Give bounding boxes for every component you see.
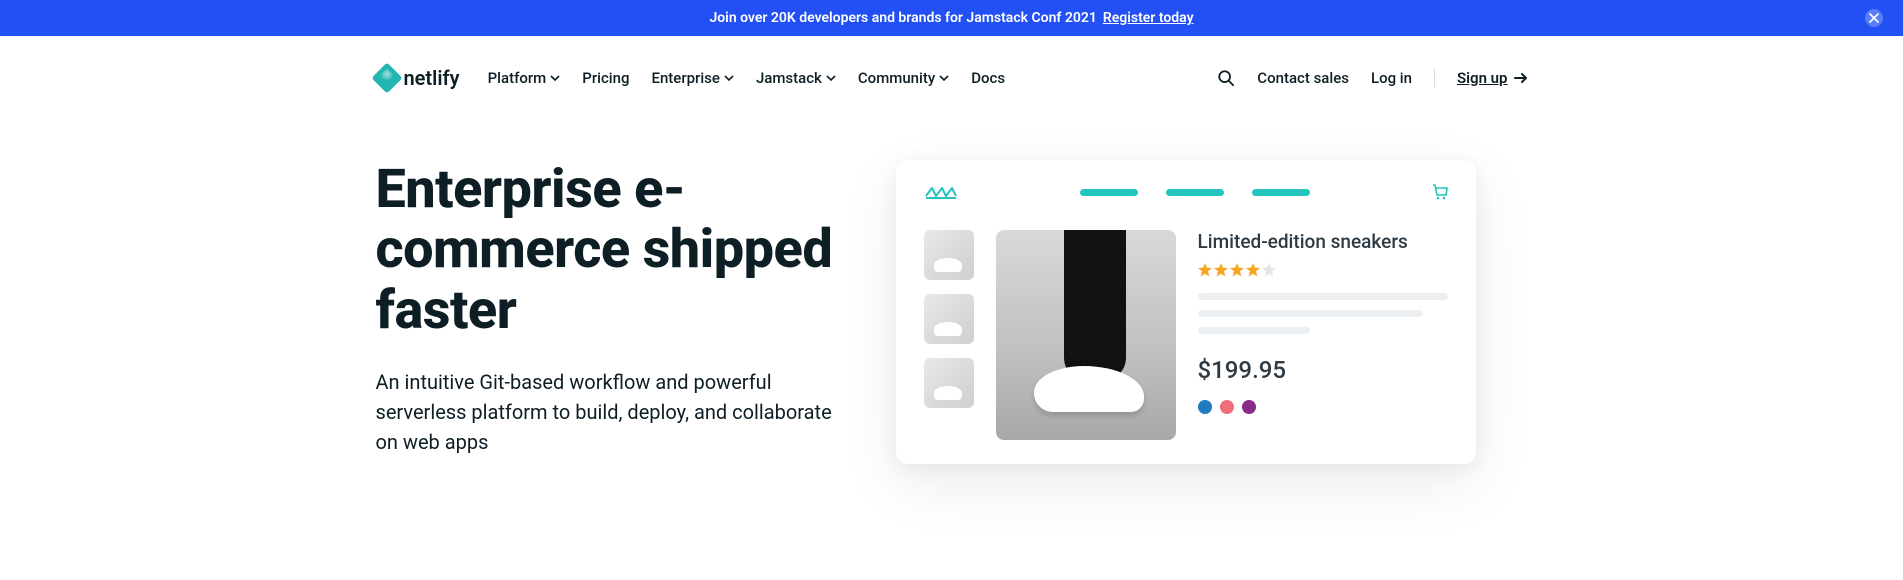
skeleton-line [1198,327,1311,334]
announcement-banner: Join over 20K developers and brands for … [0,0,1903,36]
main-nav: Platform Pricing Enterprise Jamstack Com… [488,69,1005,87]
thumbnail [924,294,974,344]
mockup-nav-item [1166,189,1224,196]
rating-stars [1198,263,1448,277]
product-image [996,230,1176,440]
product-details: Limited-edition sneakers $199.95 [1198,230,1448,440]
login-link[interactable]: Log in [1371,69,1412,87]
sneaker-logo-icon [924,184,958,200]
product-title: Limited-edition sneakers [1198,230,1448,253]
banner-text: Join over 20K developers and brands for … [709,10,1096,26]
mockup-nav-item [1252,189,1310,196]
nav-community[interactable]: Community [858,69,949,87]
color-swatch [1220,400,1234,414]
mockup-header [924,184,1448,200]
nav-pricing[interactable]: Pricing [582,69,629,87]
brand-name: netlify [404,66,460,90]
cart-icon [1432,184,1448,200]
star-icon [1230,263,1244,277]
image-shoe [1034,366,1144,412]
ecommerce-mockup: Limited-edition sneakers $199.95 [896,160,1476,464]
close-icon [1869,13,1879,23]
header-actions: Contact sales Log in Sign up [1217,69,1527,87]
image-leg [1064,230,1126,380]
chevron-down-icon [939,73,949,83]
star-icon [1214,263,1228,277]
skeleton-line [1198,310,1423,317]
color-swatch [1198,400,1212,414]
nav-label: Pricing [582,69,629,87]
site-header: netlify Platform Pricing Enterprise Jams… [352,36,1552,130]
hero-copy: Enterprise e-commerce shipped faster An … [376,160,856,457]
mockup-nav [1080,189,1310,196]
thumbnail [924,230,974,280]
contact-sales-link[interactable]: Contact sales [1257,69,1349,87]
logo-mark-icon [371,62,402,93]
nav-jamstack[interactable]: Jamstack [756,69,836,87]
nav-label: Enterprise [651,69,719,87]
hero-title: Enterprise e-commerce shipped faster [376,160,856,341]
mockup-body: Limited-edition sneakers $199.95 [924,230,1448,440]
divider [1434,69,1435,87]
product-price: $199.95 [1198,356,1448,384]
banner-close-button[interactable] [1865,9,1883,27]
hero-subtitle: An intuitive Git-based workflow and powe… [376,367,856,457]
banner-register-link[interactable]: Register today [1103,10,1194,26]
signup-label: Sign up [1457,69,1508,87]
star-icon-empty [1262,263,1276,277]
netlify-logo[interactable]: netlify [376,66,460,90]
nav-enterprise[interactable]: Enterprise [651,69,733,87]
mockup-nav-item [1080,189,1138,196]
signup-link[interactable]: Sign up [1457,69,1528,87]
hero-illustration: Limited-edition sneakers $199.95 [896,160,1528,457]
chevron-down-icon [550,73,560,83]
thumbnail [924,358,974,408]
description-skeleton [1198,293,1448,334]
hero-section: Enterprise e-commerce shipped faster An … [352,130,1552,457]
arrow-right-icon [1514,71,1528,85]
skeleton-line [1198,293,1448,300]
nav-label: Community [858,69,935,87]
star-icon [1246,263,1260,277]
nav-label: Jamstack [756,69,822,87]
nav-platform[interactable]: Platform [488,69,561,87]
color-swatch [1242,400,1256,414]
thumbnail-list [924,230,974,440]
chevron-down-icon [724,73,734,83]
nav-label: Platform [488,69,547,87]
chevron-down-icon [826,73,836,83]
nav-docs[interactable]: Docs [971,69,1005,87]
star-icon [1198,263,1212,277]
nav-label: Docs [971,69,1005,87]
color-swatches [1198,400,1448,414]
search-icon[interactable] [1217,69,1235,87]
